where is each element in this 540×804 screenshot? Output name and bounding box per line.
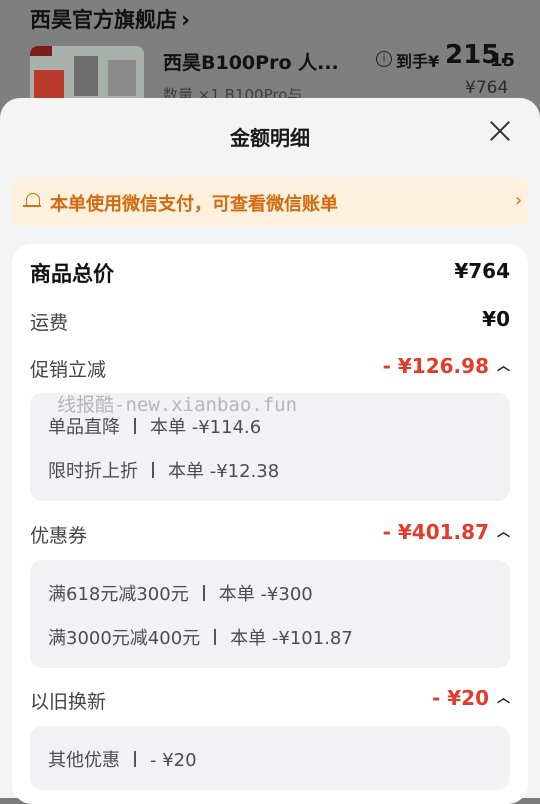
chevron-right-icon: ›	[515, 190, 523, 211]
notice-text: 本单使用微信支付，可查看微信账单	[50, 194, 338, 215]
separator	[202, 585, 205, 601]
price-decimal: 15	[490, 50, 516, 71]
tradein-details: 其他优惠 - ¥20	[30, 726, 510, 790]
coupon-item-name: 满3000元减400元	[48, 628, 201, 649]
price-label: 到手¥	[396, 52, 440, 71]
store-link[interactable]: 西昊官方旗舰店 ›	[30, 4, 190, 34]
total-label: 商品总价	[30, 262, 114, 286]
promo-item-name: 限时折上折	[48, 461, 138, 482]
coupon-label: 优惠券	[30, 525, 88, 547]
coupon-item-detail: 本单 -¥101.87	[230, 628, 353, 649]
chevron-up-icon: ︿	[496, 525, 510, 540]
store-name: 西昊官方旗舰店	[30, 8, 177, 32]
separator	[214, 629, 217, 645]
info-icon[interactable]: i	[376, 51, 392, 67]
separator	[152, 462, 154, 478]
promo-item-detail: 本单 -¥12.38	[168, 461, 280, 482]
tradein-item-detail: - ¥20	[150, 750, 197, 771]
coupon-value: - ¥401.87	[382, 520, 489, 544]
breakdown-card: 商品总价 ¥764 运费 ¥0 促销立减 - ¥126.98 ︿ 单品直降 本单 -…	[12, 244, 528, 804]
coupon-item: 满3000元减400元 本单 -¥101.87	[48, 624, 353, 650]
chevron-right-icon: ›	[181, 8, 191, 33]
separator	[134, 751, 136, 767]
shipping-label: 运费	[30, 312, 69, 334]
promo-item-name: 单品直降	[48, 417, 120, 438]
bell-icon	[23, 193, 41, 207]
tradein-toggle[interactable]: - ¥20 ︿	[432, 686, 510, 710]
promo-item-detail: 本单 -¥114.6	[150, 417, 262, 438]
tradein-item: 其他优惠 - ¥20	[48, 746, 197, 772]
coupon-toggle[interactable]: - ¥401.87 ︿	[383, 520, 510, 544]
close-icon[interactable]	[489, 120, 511, 142]
coupon-item-name: 满618元减300元	[48, 584, 189, 605]
sheet-title: 金额明细	[230, 126, 310, 150]
shipping-value: ¥0	[482, 307, 510, 331]
chevron-up-icon: ︿	[496, 691, 510, 706]
chevron-up-icon: ︿	[496, 359, 510, 374]
promo-toggle[interactable]: - ¥126.98 ︿	[383, 354, 510, 378]
watermark: 线报酷-new.xianbao.fun	[57, 394, 298, 416]
coupon-item-detail: 本单 -¥300	[218, 584, 313, 605]
promo-value: - ¥126.98	[382, 354, 489, 378]
coupon-details: 满618元减300元 本单 -¥300 满3000元减400元 本单 -¥101.8…	[30, 560, 510, 668]
amount-detail-sheet: 金额明细 本单使用微信支付，可查看微信账单 › 商品总价 ¥764 运费 ¥0 …	[0, 98, 540, 804]
promo-item: 限时折上折 本单 -¥12.38	[48, 457, 279, 483]
tradein-item-name: 其他优惠	[48, 750, 120, 771]
total-value: ¥764	[454, 259, 510, 283]
wechat-bill-notice[interactable]: 本单使用微信支付，可查看微信账单 ›	[12, 177, 528, 226]
product-name: 西昊B100Pro 人...	[163, 52, 339, 74]
original-price: ¥764	[465, 78, 509, 98]
promo-label: 促销立减	[30, 359, 107, 381]
separator	[134, 418, 136, 434]
tradein-label: 以旧换新	[30, 691, 107, 713]
coupon-item: 满618元减300元 本单 -¥300	[48, 580, 313, 606]
tradein-value: - ¥20	[431, 686, 489, 710]
